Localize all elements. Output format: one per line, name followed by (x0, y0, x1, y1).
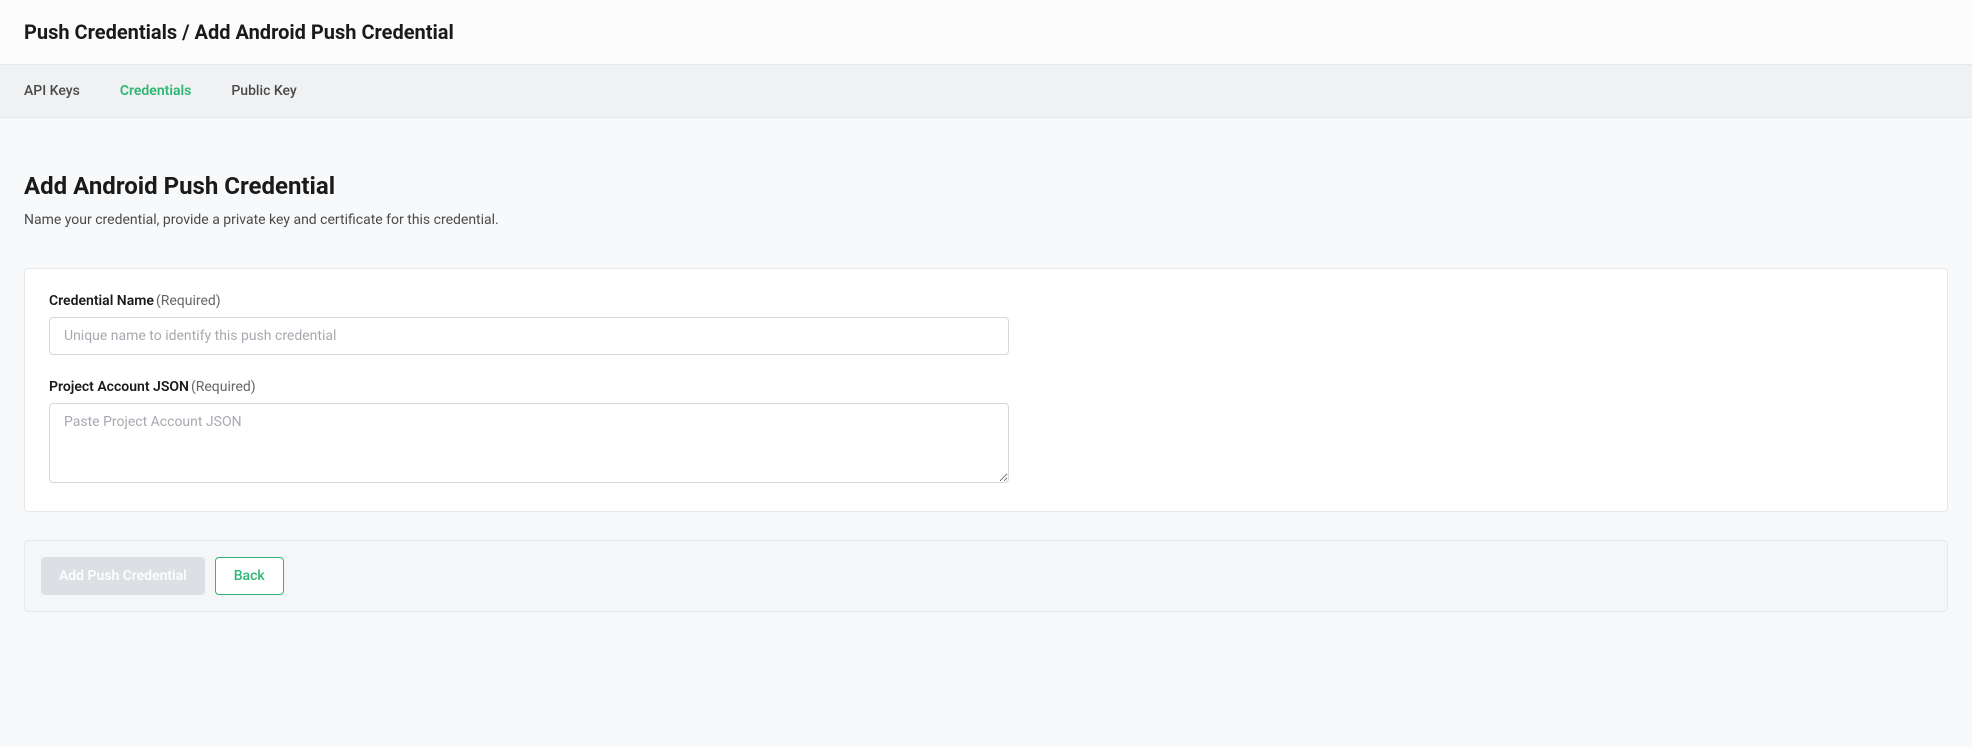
project-account-json-label: Project Account JSON(Required) (49, 379, 1923, 395)
credential-name-label-text: Credential Name (49, 293, 154, 309)
credential-name-label: Credential Name(Required) (49, 293, 1923, 309)
project-account-json-required: (Required) (191, 379, 256, 395)
tab-api-keys[interactable]: API Keys (24, 65, 80, 117)
tab-public-key[interactable]: Public Key (231, 65, 296, 117)
back-button[interactable]: Back (215, 557, 284, 595)
project-account-json-group: Project Account JSON(Required) (49, 379, 1923, 487)
page-title: Add Android Push Credential (24, 172, 1948, 200)
form-card: Credential Name(Required) Project Accoun… (24, 268, 1948, 512)
project-account-json-label-text: Project Account JSON (49, 379, 189, 395)
tab-credentials[interactable]: Credentials (120, 65, 192, 117)
add-push-credential-button[interactable]: Add Push Credential (41, 557, 205, 595)
credential-name-input[interactable] (49, 317, 1009, 355)
project-account-json-input[interactable] (49, 403, 1009, 483)
breadcrumb-parent[interactable]: Push Credentials (24, 20, 177, 44)
page-header: Push Credentials / Add Android Push Cred… (0, 0, 1972, 65)
breadcrumb-current: Add Android Push Credential (195, 20, 454, 44)
page-subtitle: Name your credential, provide a private … (24, 212, 1948, 228)
credential-name-group: Credential Name(Required) (49, 293, 1923, 355)
breadcrumb: Push Credentials / Add Android Push Cred… (24, 20, 1948, 44)
actions-bar: Add Push Credential Back (24, 540, 1948, 612)
credential-name-required: (Required) (156, 293, 221, 309)
tabs-bar: API Keys Credentials Public Key (0, 65, 1972, 118)
main-content: Add Android Push Credential Name your cr… (0, 118, 1972, 636)
breadcrumb-separator: / (177, 20, 194, 44)
